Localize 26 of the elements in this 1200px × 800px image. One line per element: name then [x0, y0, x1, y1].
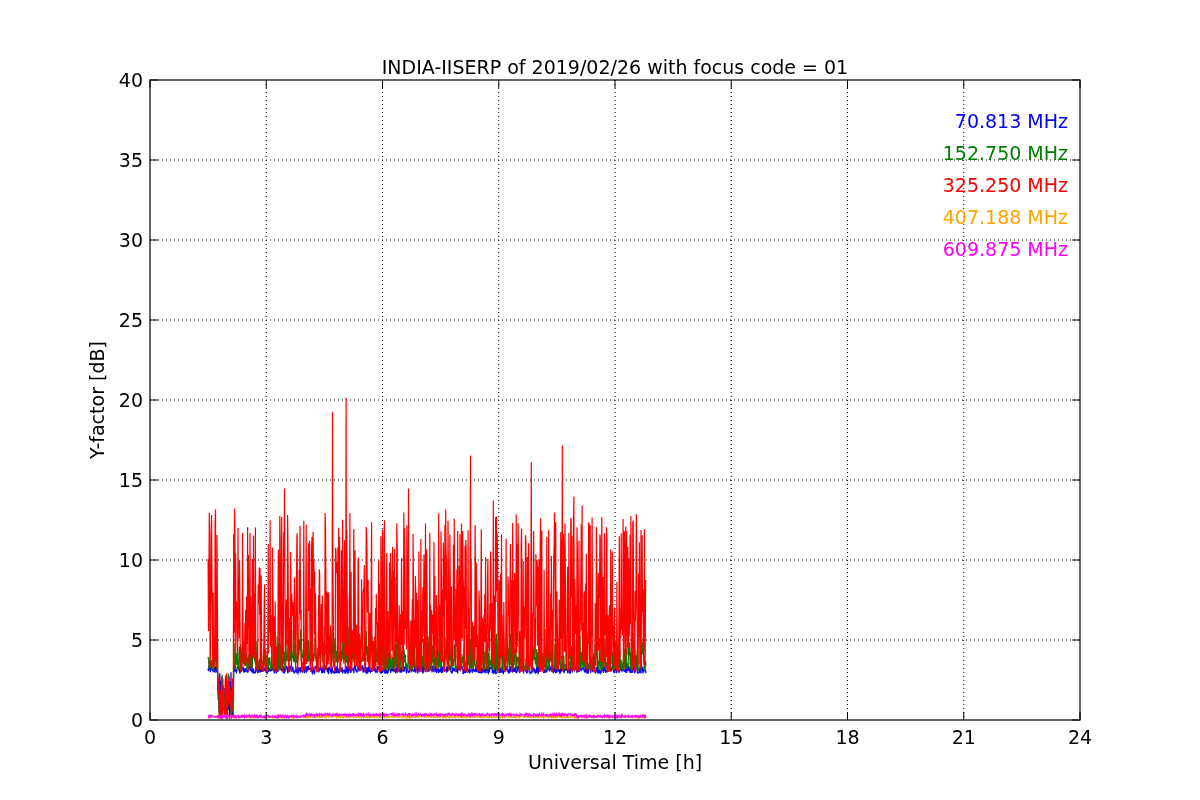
legend-label: 407.188 MHz	[942, 206, 1068, 228]
y-tick-label: 20	[118, 389, 143, 411]
legend-label: 152.750 MHz	[942, 142, 1068, 164]
x-tick-label: 12	[602, 726, 628, 748]
x-tick-label: 9	[492, 726, 505, 748]
x-tick-label: 3	[260, 726, 273, 748]
x-tick-label: 6	[376, 726, 389, 748]
x-tick-label: 15	[719, 726, 744, 748]
y-tick-label: 35	[118, 149, 143, 171]
y-tick-label: 0	[130, 709, 143, 731]
x-tick-label: 0	[143, 726, 157, 748]
x-tick-label: 21	[951, 726, 976, 748]
chart-title: INDIA-IISERP of 2019/02/26 with focus code = 01	[381, 56, 849, 78]
legend-label: 325.250 MHz	[942, 174, 1068, 196]
legend-label: 609.875 MHz	[942, 238, 1068, 260]
x-tick-label: 24	[1067, 726, 1093, 748]
legend-label: 70.813 MHz	[954, 110, 1068, 132]
y-tick-label: 25	[118, 309, 143, 331]
y-tick-label: 30	[118, 229, 143, 251]
x-tick-label: 18	[835, 726, 860, 748]
x-axis-label: Universal Time [h]	[527, 751, 703, 773]
y-tick-label: 15	[118, 469, 143, 491]
y-tick-label: 40	[118, 69, 143, 91]
y-tick-label: 5	[130, 629, 143, 651]
y-axis-label: Y-factor [dB]	[86, 341, 108, 459]
y-tick-label: 10	[118, 549, 143, 571]
